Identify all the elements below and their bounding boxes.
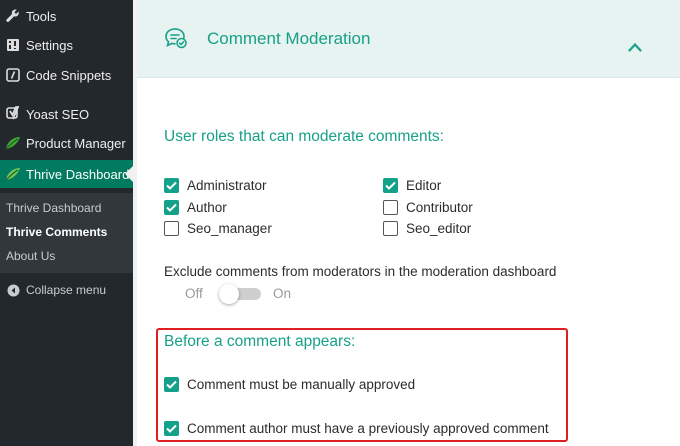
checkbox-label: Author xyxy=(187,200,227,215)
checkbox-unchecked[interactable] xyxy=(383,200,398,215)
checkbox-checked[interactable] xyxy=(164,421,179,436)
toggle-on-label: On xyxy=(273,286,292,301)
sidebar-item-tools[interactable]: Tools xyxy=(0,6,133,26)
checkbox-checked[interactable] xyxy=(164,377,179,392)
moderator-roles-heading: User roles that can moderate comments: xyxy=(164,128,444,145)
checkbox-label: Comment must be manually approved xyxy=(187,377,416,392)
checkbox-checked[interactable] xyxy=(383,178,398,193)
sidebar-item-yoast-seo[interactable]: Yoast SEO xyxy=(0,104,133,124)
role-checkbox-contributor[interactable]: Contributor xyxy=(383,200,473,215)
collapse-menu-label: Collapse menu xyxy=(26,283,107,297)
role-checkbox-seo-editor[interactable]: Seo_editor xyxy=(383,221,471,236)
checkbox-checked[interactable] xyxy=(164,200,179,215)
panel-title: Comment Moderation xyxy=(207,29,371,48)
checkbox-label: Comment author must have a previously ap… xyxy=(187,421,549,436)
checkbox-label: Seo_editor xyxy=(406,221,472,236)
comment-moderation-panel: Comment Moderation User roles that can m… xyxy=(137,0,680,446)
checkbox-checked[interactable] xyxy=(164,178,179,193)
settings-icon xyxy=(0,38,26,52)
toggle-knob[interactable] xyxy=(219,284,239,304)
code-icon xyxy=(0,68,26,82)
sidebar-item-label: Product Manager xyxy=(26,135,126,151)
checkbox-label: Administrator xyxy=(187,178,267,193)
sidebar-item-code-snippets[interactable]: Code Snippets xyxy=(0,65,133,85)
collapse-arrow-icon xyxy=(0,284,26,297)
collapse-menu-button[interactable]: Collapse menu xyxy=(0,280,133,300)
sidebar-item-label: Yoast SEO xyxy=(26,106,90,122)
checkbox-unchecked[interactable] xyxy=(383,221,398,236)
sidebar-item-settings[interactable]: Settings xyxy=(0,35,133,55)
toggle-off-label: Off xyxy=(185,286,203,301)
checkbox-label: Seo_manager xyxy=(187,221,272,236)
thrive-submenu: Thrive Dashboard Thrive Comments About U… xyxy=(0,193,133,273)
admin-sidebar: Tools Settings Code Snippets Yoast SEO P… xyxy=(0,0,133,446)
sidebar-item-label: Code Snippets xyxy=(26,67,112,83)
leaf-icon xyxy=(0,136,26,150)
manual-approval-checkbox[interactable]: Comment must be manually approved xyxy=(164,377,415,392)
sidebar-item-product-manager[interactable]: Product Manager xyxy=(0,133,133,153)
panel-header[interactable]: Comment Moderation xyxy=(137,0,680,78)
role-checkbox-author[interactable]: Author xyxy=(164,200,227,215)
role-checkbox-editor[interactable]: Editor xyxy=(383,178,441,193)
sidebar-item-label: Tools xyxy=(26,8,57,24)
previously-approved-checkbox[interactable]: Comment author must have a previously ap… xyxy=(164,421,549,436)
checkbox-label: Editor xyxy=(406,178,442,193)
wrench-icon xyxy=(0,9,26,23)
main-content: Comment Moderation User roles that can m… xyxy=(133,0,680,446)
checkbox-unchecked[interactable] xyxy=(164,221,179,236)
before-comment-heading: Before a comment appears: xyxy=(164,333,356,350)
sidebar-item-label: Thrive Dashboard xyxy=(26,166,130,182)
sidebar-item-thrive-dashboard[interactable]: Thrive Dashboard xyxy=(0,160,133,188)
exclude-moderators-label: Exclude comments from moderators in the … xyxy=(164,264,557,279)
chevron-up-icon[interactable] xyxy=(628,39,642,57)
submenu-item-thrive-dashboard[interactable]: Thrive Dashboard xyxy=(6,201,101,215)
submenu-item-about-us[interactable]: About Us xyxy=(6,249,55,263)
sidebar-item-label: Settings xyxy=(26,37,73,53)
leaf-icon xyxy=(0,167,26,181)
submenu-item-thrive-comments[interactable]: Thrive Comments xyxy=(6,225,107,239)
role-checkbox-seo-manager[interactable]: Seo_manager xyxy=(164,221,272,236)
checkbox-label: Contributor xyxy=(406,200,473,215)
role-checkbox-administrator[interactable]: Administrator xyxy=(164,178,267,193)
yoast-icon xyxy=(0,106,26,122)
comment-check-icon xyxy=(164,27,188,54)
